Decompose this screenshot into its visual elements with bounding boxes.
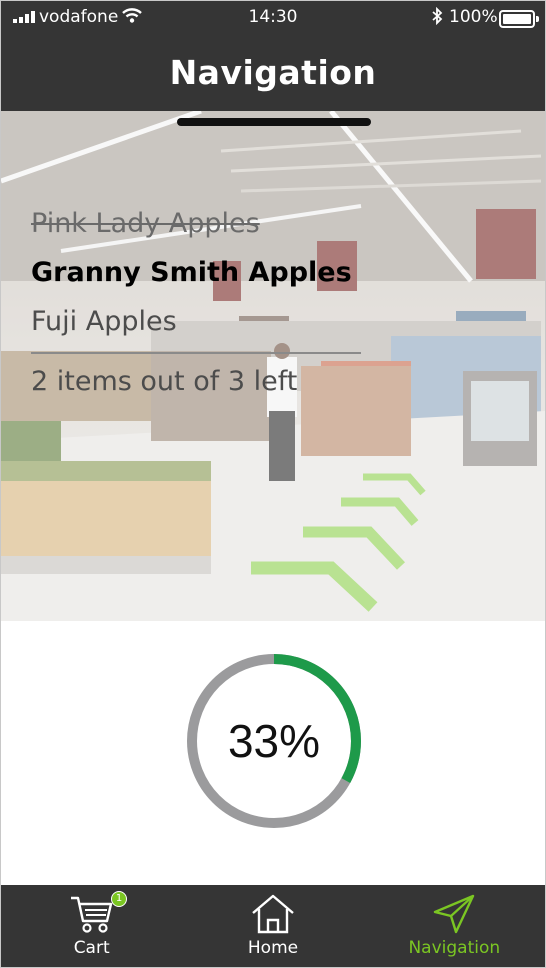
cart-badge: 1 <box>111 891 127 907</box>
tab-cart[interactable]: 1 Cart <box>1 885 182 967</box>
progress-ring: 33% <box>184 651 364 831</box>
battery-icon <box>499 10 539 28</box>
tab-home[interactable]: Home <box>182 885 363 967</box>
store-camera-view: Pink Lady Apples Granny Smith Apples Fuj… <box>1 111 545 621</box>
drawer-handle[interactable] <box>177 118 371 126</box>
tab-navigation-label: Navigation <box>408 938 501 958</box>
tab-cart-label: Cart <box>73 938 110 958</box>
progress-percentage: 33% <box>227 715 321 767</box>
navigation-arrow-icon <box>431 893 477 939</box>
cart-icon <box>69 893 115 939</box>
page-title: Navigation <box>169 53 377 92</box>
list-divider <box>31 352 361 354</box>
app-screen: vodafone 14:30 100% Navigation Pink Lady… <box>0 0 546 968</box>
tab-bar: 1 Cart Home Navigation <box>1 885 545 967</box>
list-item-pending[interactable]: Fuji Apples <box>31 297 361 346</box>
home-icon <box>250 893 296 939</box>
shopping-list: Pink Lady Apples Granny Smith Apples Fuj… <box>31 199 361 397</box>
tab-navigation[interactable]: Navigation <box>364 885 545 967</box>
bluetooth-icon <box>431 6 443 30</box>
top-bar: vodafone 14:30 100% Navigation <box>1 1 545 111</box>
status-bar: vodafone 14:30 100% <box>1 6 545 30</box>
items-remaining-text: 2 items out of 3 left <box>31 366 298 397</box>
list-item-completed[interactable]: Pink Lady Apples <box>31 199 361 248</box>
battery-percentage: 100% <box>449 7 498 27</box>
list-item-current[interactable]: Granny Smith Apples <box>31 248 361 297</box>
tab-home-label: Home <box>247 938 299 958</box>
